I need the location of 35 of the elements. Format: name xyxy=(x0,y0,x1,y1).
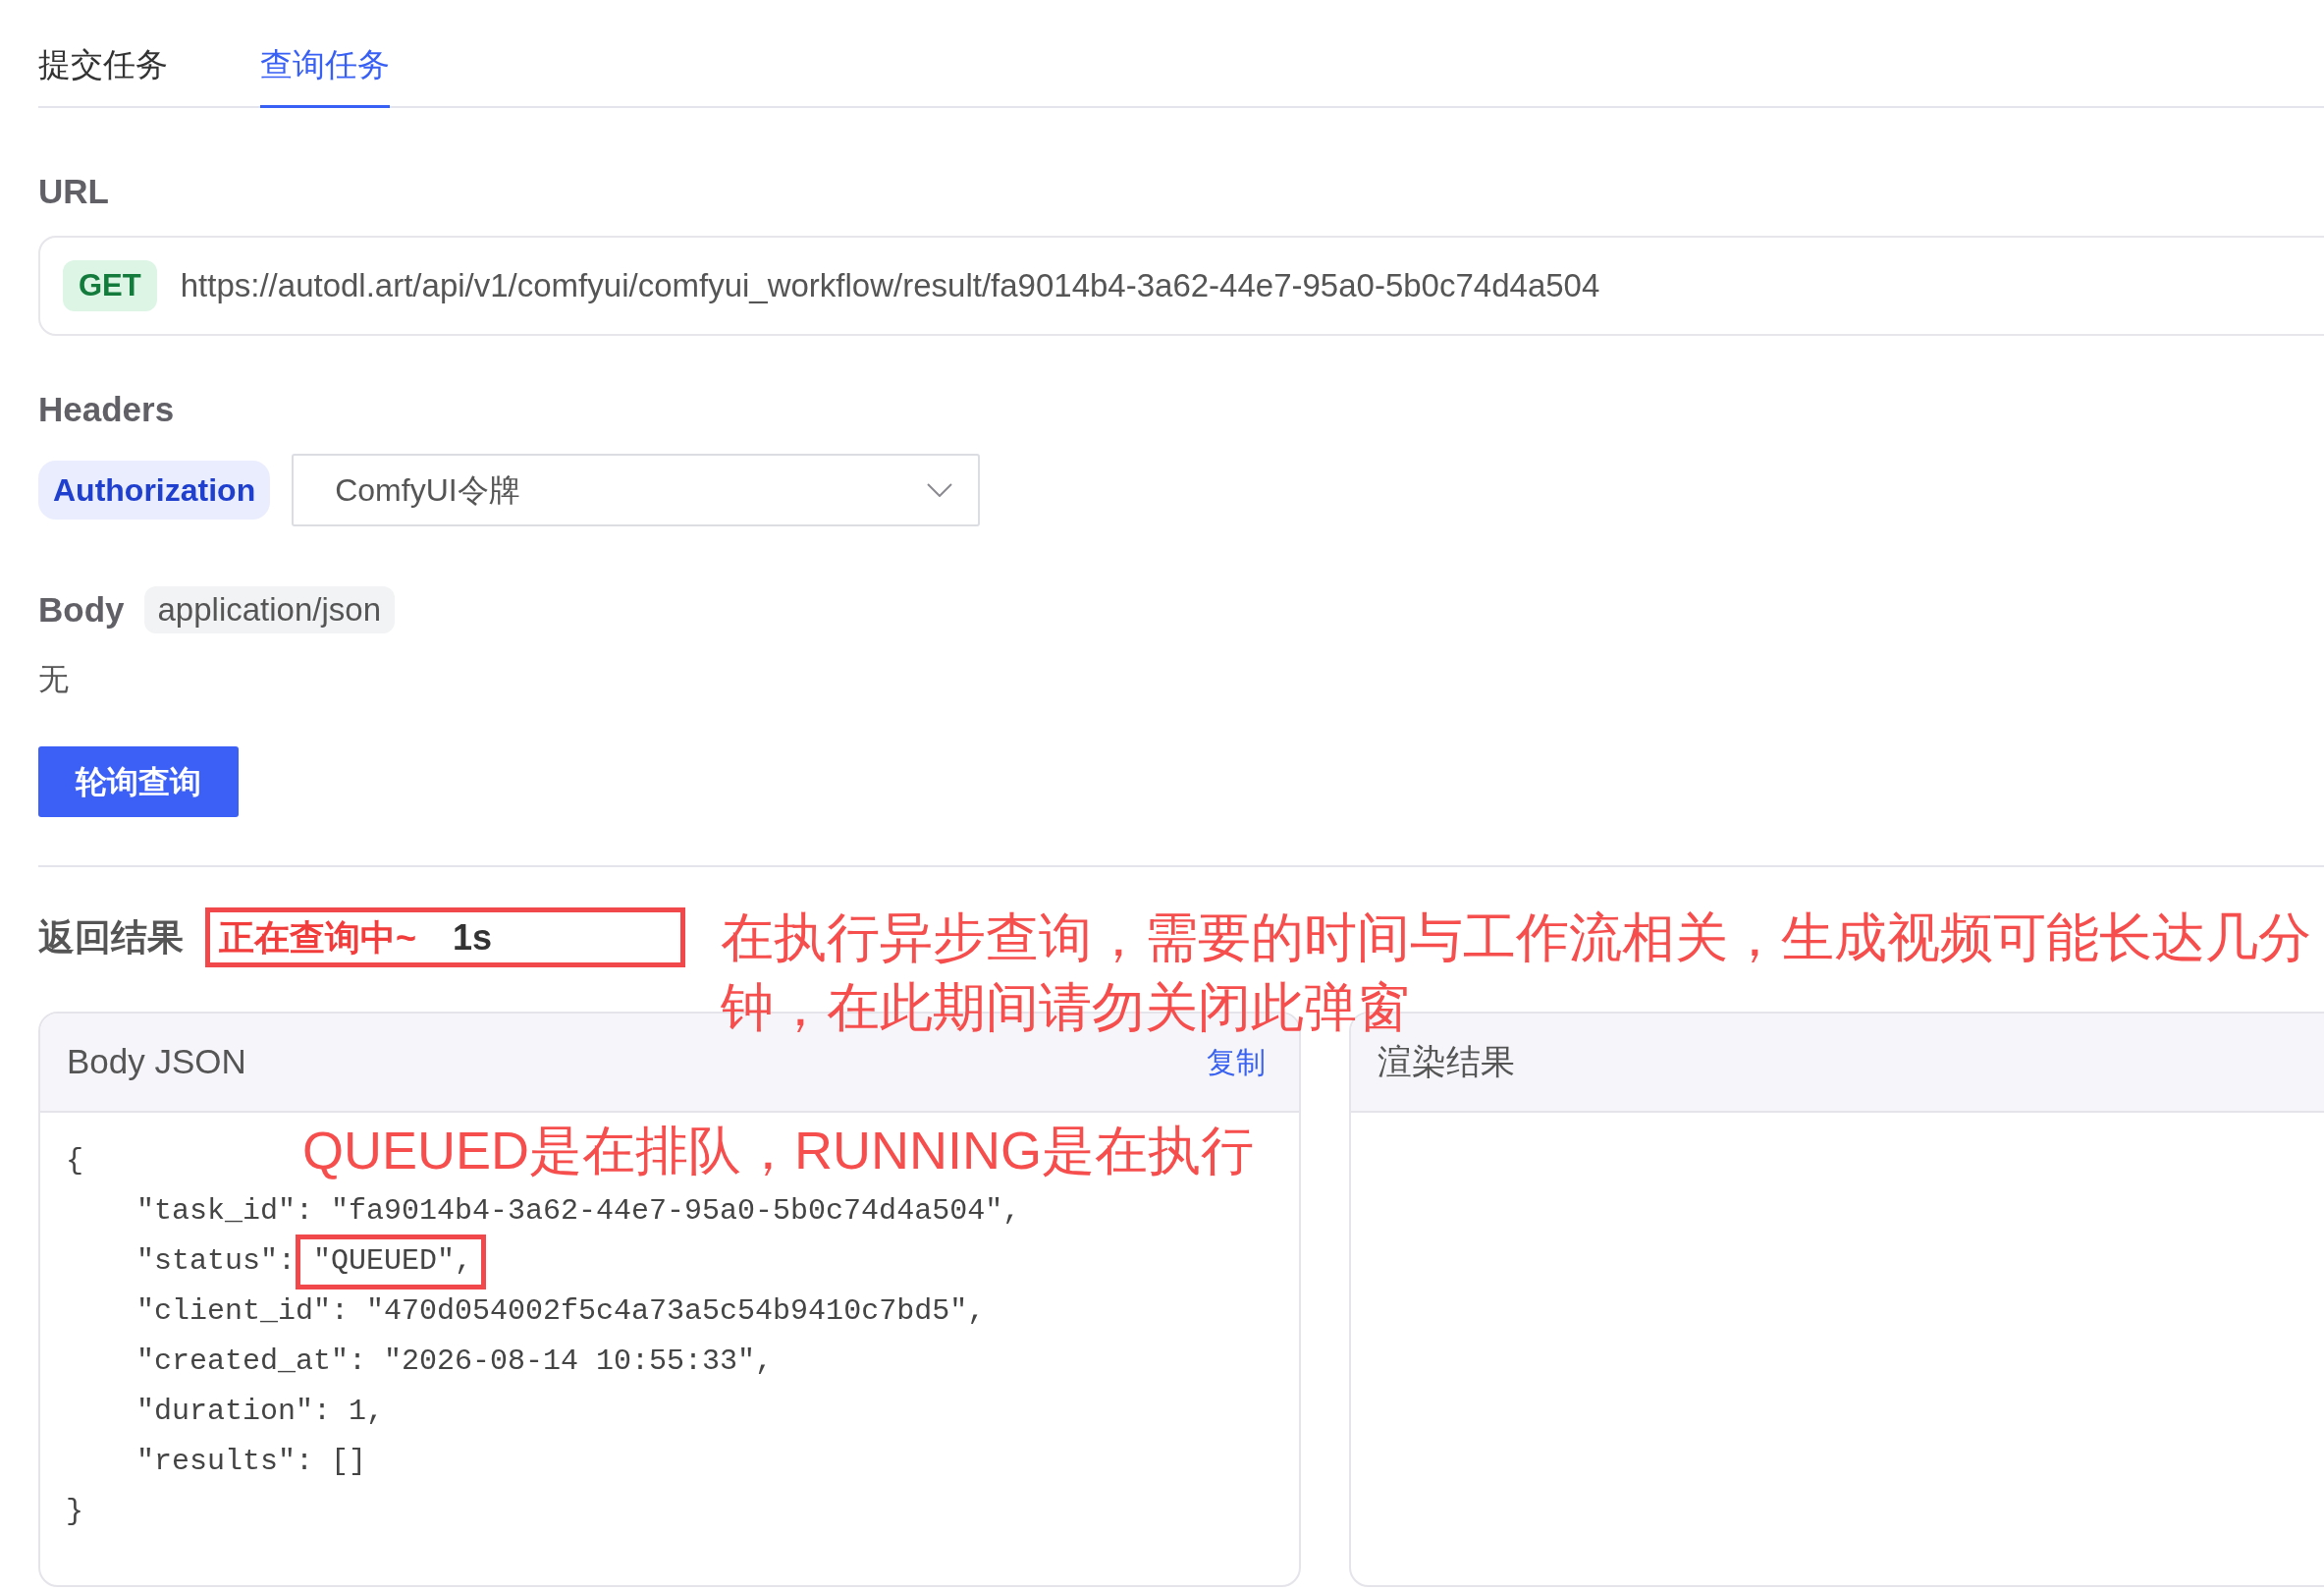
copy-link[interactable]: 复制 xyxy=(1207,1040,1266,1084)
panel-title: Body JSON xyxy=(67,1041,246,1083)
json-value: "QUEUED", xyxy=(313,1243,473,1280)
section-label: URL xyxy=(38,172,110,211)
panel-title: 渲染结果 xyxy=(1378,1041,1515,1083)
section-label: Body xyxy=(38,590,125,630)
json-key: "results": xyxy=(136,1437,314,1487)
annotation-note: 在执行异步查询，需要的时间与工作流相关，生成视频可能长达几分钟，在此期间请勿关闭此弹窗 xyxy=(721,906,2312,1038)
tab[interactable]: 提交任务 xyxy=(38,0,168,108)
json-key: "duration": xyxy=(136,1387,332,1437)
chevron-down-icon xyxy=(927,483,953,497)
json-value: [] xyxy=(331,1444,367,1480)
tab[interactable]: 查询任务 xyxy=(260,0,390,108)
section-label: 返回结果 xyxy=(38,915,184,960)
json-brace: { xyxy=(66,1143,83,1180)
json-value: "fa9014b4-3a62-44e7-95a0-5b0c74d4a504", xyxy=(331,1193,1021,1230)
body-content-text: 无 xyxy=(38,661,70,698)
json-key: "client_id": xyxy=(136,1287,350,1337)
method-badge: GET xyxy=(63,260,157,311)
json-key: "created_at": xyxy=(136,1337,367,1387)
content-type-tag: application/json xyxy=(143,586,395,633)
section-label: Headers xyxy=(38,390,176,429)
json-key: "status": xyxy=(136,1236,297,1287)
poll-button[interactable]: 轮询查询 xyxy=(38,746,239,817)
json-value: 1, xyxy=(349,1394,385,1430)
url-text: https://autodl.art/api/v1/comfyui/comfyui_workflow/result/fa9014b4-3a62-44e7-95a0-5b0c74d4a504 xyxy=(180,266,1600,306)
json-value: "470d054002f5c4a73a5c54b9410c7bd5", xyxy=(366,1293,986,1330)
elapsed-time: 1s xyxy=(453,915,493,960)
token-select[interactable]: ComfyUI令牌 xyxy=(292,454,981,526)
json-value: "2026-08-14 10:55:33", xyxy=(384,1344,774,1380)
json-key: "task_id": xyxy=(136,1186,314,1236)
annotation-note: QUEUED是在排队，RUNNING是在执行 xyxy=(302,1120,1255,1181)
status-text: 正在查询中~ xyxy=(219,915,417,960)
header-name-tag: Authorization xyxy=(38,461,271,520)
json-brace: } xyxy=(66,1494,83,1530)
